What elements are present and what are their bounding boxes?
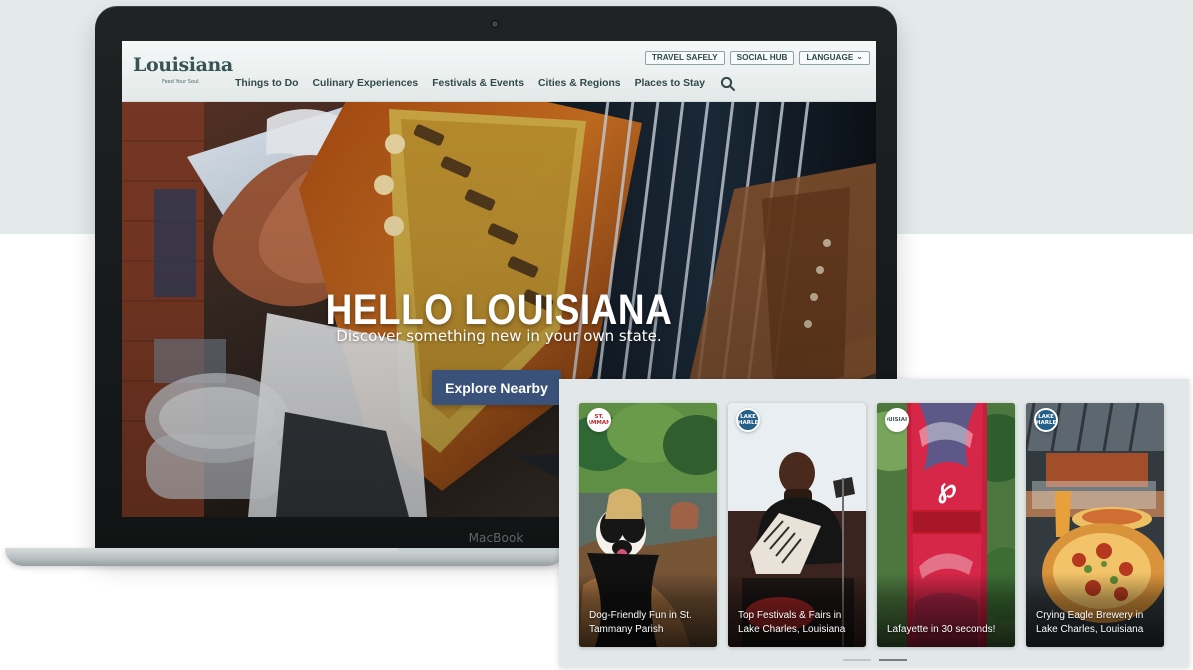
- story-card-lafayette[interactable]: ℘ LOUISIANA Lafayette in 30 seconds!: [877, 403, 1015, 647]
- nav-item-cities-regions[interactable]: Cities & Regions: [538, 77, 621, 91]
- language-button[interactable]: LANGUAGE ⌄: [799, 51, 870, 65]
- explore-nearby-button[interactable]: Explore Nearby: [432, 370, 561, 405]
- story-card-crying-eagle[interactable]: LAKE CHARLES Crying Eagle Brewery in Lak…: [1026, 403, 1164, 647]
- social-hub-label: SOCIAL HUB: [736, 53, 788, 62]
- louisiana-badge: LOUISIANA: [885, 408, 909, 432]
- hero-subtitle: Discover something new in your own state…: [336, 327, 662, 345]
- carousel-pager: [843, 659, 907, 661]
- language-label: LANGUAGE: [806, 53, 854, 62]
- pager-dot-active[interactable]: [879, 659, 907, 661]
- story-caption: Dog-Friendly Fun in St. Tammany Parish: [589, 610, 692, 635]
- lake-charles-badge: LAKE CHARLES: [736, 408, 760, 432]
- pager-dot[interactable]: [843, 659, 871, 661]
- logo-wordmark: Louisiana: [133, 54, 233, 76]
- utility-links: TRAVEL SAFELY SOCIAL HUB LANGUAGE ⌄: [644, 51, 870, 65]
- travel-safely-label: TRAVEL SAFELY: [651, 53, 718, 62]
- nav-item-places-to-stay[interactable]: Places to Stay: [635, 77, 705, 91]
- nav-item-festivals-events[interactable]: Festivals & Events: [432, 77, 524, 91]
- macbook-hinge: [398, 548, 566, 554]
- nav-item-culinary-experiences[interactable]: Culinary Experiences: [313, 77, 419, 91]
- social-hub-button[interactable]: SOCIAL HUB: [729, 51, 795, 65]
- search-icon[interactable]: [720, 76, 736, 92]
- composite-screenshot: Louisiana Feed Your Soul. TRAVEL SAFELY …: [0, 0, 1193, 670]
- site-header: Louisiana Feed Your Soul. TRAVEL SAFELY …: [122, 41, 876, 102]
- story-caption: Top Festivals & Fairs in Lake Charles, L…: [738, 610, 846, 635]
- story-card-dog-friendly[interactable]: ST. TAMMANY Dog-Friendly Fun in St. Tamm…: [579, 403, 717, 647]
- travel-safely-button[interactable]: TRAVEL SAFELY: [644, 51, 725, 65]
- story-caption: Crying Eagle Brewery in Lake Charles, Lo…: [1036, 610, 1144, 635]
- camera-dot: [492, 21, 498, 27]
- stories-carousel: ST. TAMMANY Dog-Friendly Fun in St. Tamm…: [559, 379, 1189, 667]
- svg-text:℘: ℘: [938, 473, 957, 504]
- main-navigation: Things to Do Culinary Experiences Festiv…: [235, 76, 736, 92]
- st-tammany-badge: ST. TAMMANY: [587, 408, 611, 432]
- nav-item-things-to-do[interactable]: Things to Do: [235, 77, 299, 91]
- chevron-down-icon: ⌄: [856, 52, 863, 61]
- louisiana-logo[interactable]: Louisiana Feed Your Soul.: [133, 56, 233, 91]
- story-card-festivals-fairs[interactable]: LAKE CHARLES Top Festivals & Fairs in La…: [728, 403, 866, 647]
- logo-tagline: Feed Your Soul.: [162, 79, 201, 85]
- story-caption: Lafayette in 30 seconds!: [887, 624, 996, 635]
- lake-charles-badge: LAKE CHARLES: [1034, 408, 1058, 432]
